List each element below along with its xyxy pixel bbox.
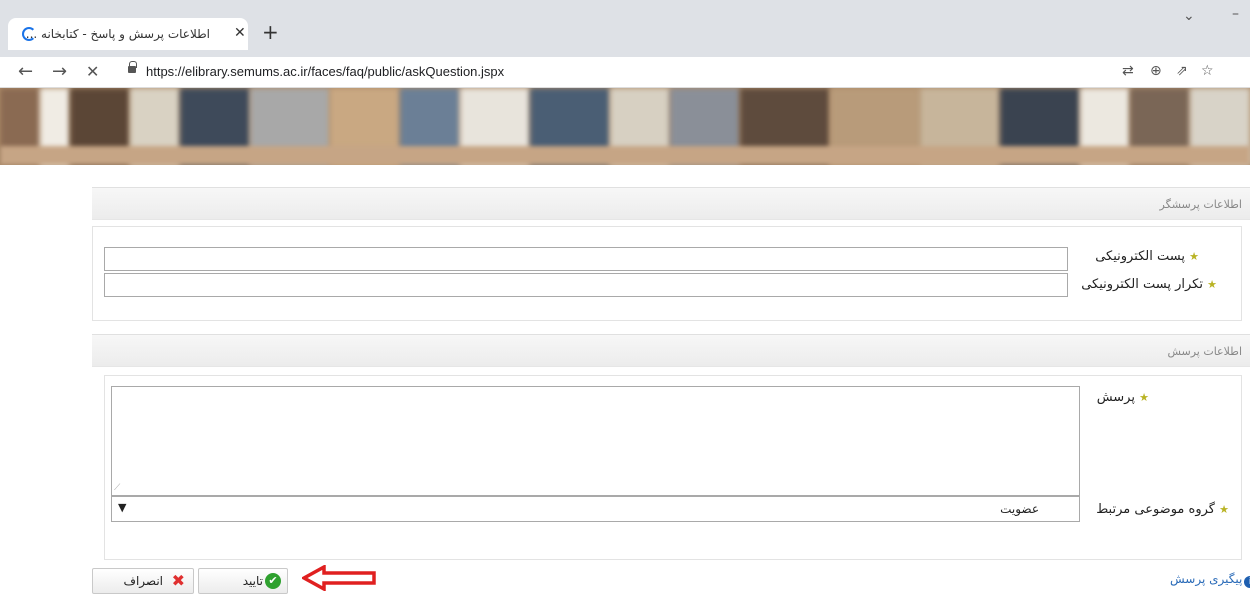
zoom-icon[interactable]: ⊕: [1150, 63, 1162, 79]
required-star-icon: ★: [1219, 503, 1229, 516]
topic-group-selected-value: عضویت: [1000, 502, 1039, 516]
tab-title: اطلاعات پرسش و پاسخ - کتابخانه ...: [25, 27, 210, 41]
topic-group-select[interactable]: عضویت ▼: [111, 496, 1080, 522]
tab-close-icon[interactable]: ✕: [234, 25, 246, 41]
lock-icon[interactable]: [128, 61, 137, 73]
check-circle-icon: ✔: [265, 573, 281, 589]
url-field[interactable]: https://elibrary.semums.ac.ir/faces/faq/…: [146, 64, 504, 79]
loading-spinner-icon: [22, 27, 36, 41]
annotation-arrow-left-icon: [302, 565, 376, 591]
new-tab-button[interactable]: +: [262, 20, 279, 44]
window-minimize-button[interactable]: –: [1232, 6, 1239, 22]
x-icon: ✖: [171, 571, 185, 590]
browser-tab[interactable]: اطلاعات پرسش و پاسخ - کتابخانه ... ✕: [8, 18, 248, 50]
bookmark-star-icon[interactable]: ☆: [1201, 63, 1214, 79]
tab-search-chevron-icon[interactable]: ⌄: [1183, 8, 1195, 24]
cancel-button[interactable]: انصراف ✖: [92, 568, 194, 594]
chevron-down-icon[interactable]: ▼: [118, 501, 126, 514]
required-star-icon: ★: [1207, 278, 1217, 291]
email-repeat-field-label: ★ تکرار پست الکترونیکی: [1081, 277, 1217, 292]
asker-info-header: اطلاعات پرسشگر: [92, 187, 1250, 220]
topic-group-label: ★ گروه موضوعی مرتبط: [1096, 502, 1229, 517]
forward-button[interactable]: →: [52, 61, 67, 82]
follow-question-link[interactable]: iپیگیری پرسش: [1170, 572, 1250, 588]
cancel-button-label: انصراف: [123, 574, 163, 588]
asker-info-panel: ★ پست الکترونیکی ★ تکرار پست الکترونیکی: [92, 226, 1242, 321]
translate-icon[interactable]: ⇄: [1122, 63, 1134, 79]
question-textarea[interactable]: ⟋: [111, 386, 1080, 496]
asker-info-title: اطلاعات پرسشگر: [1159, 198, 1242, 211]
browser-tab-bar: اطلاعات پرسش و پاسخ - کتابخانه ... ✕ + ⌄…: [0, 0, 1250, 57]
question-info-panel: ⟋ ★ پرسش عضویت ▼ ★ گروه موضوعی مرتبط: [104, 375, 1242, 560]
confirm-button-label: تایید: [242, 574, 263, 588]
email-field[interactable]: [104, 247, 1068, 271]
required-star-icon: ★: [1139, 391, 1149, 404]
confirm-button[interactable]: تایید ✔: [198, 568, 288, 594]
question-info-title: اطلاعات پرسش: [1167, 345, 1242, 358]
email-field-label: ★ پست الکترونیکی: [1095, 249, 1199, 264]
question-field-label: ★ پرسش: [1096, 390, 1149, 405]
question-info-header: اطلاعات پرسش: [92, 334, 1250, 367]
resize-handle-icon[interactable]: ⟋: [114, 483, 120, 493]
back-button[interactable]: ←: [18, 61, 33, 82]
stop-loading-button[interactable]: ✕: [86, 62, 99, 81]
email-repeat-field[interactable]: [104, 273, 1068, 297]
required-star-icon: ★: [1189, 250, 1199, 263]
address-bar-row: ← → ✕ https://elibrary.semums.ac.ir/face…: [0, 57, 1250, 88]
library-banner-image: [0, 88, 1250, 165]
info-icon: i: [1244, 576, 1250, 588]
share-icon[interactable]: ⇗: [1176, 63, 1188, 79]
